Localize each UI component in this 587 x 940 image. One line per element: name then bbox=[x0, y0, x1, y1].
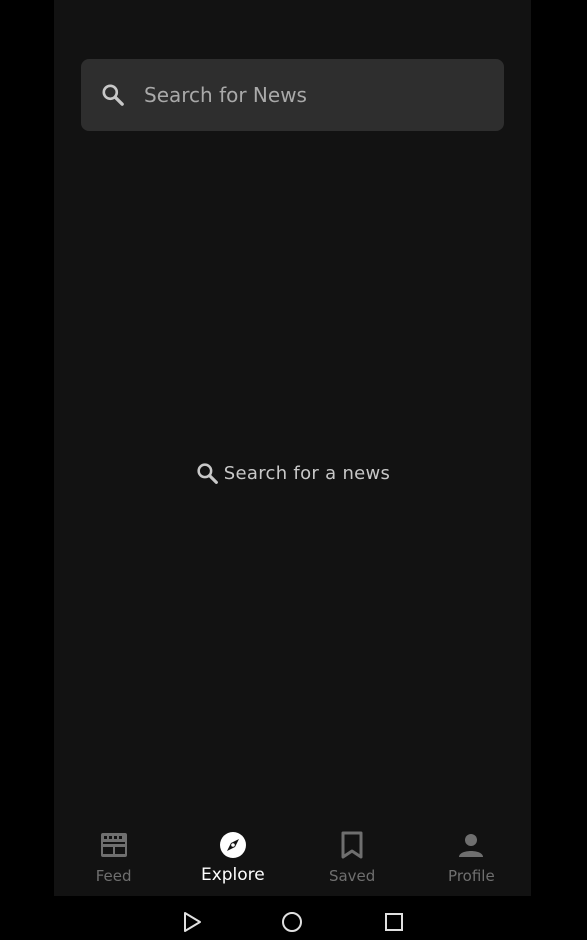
search-bar[interactable] bbox=[81, 59, 504, 131]
bottom-navigation: Feed Explore Saved Profile bbox=[54, 818, 531, 896]
search-icon bbox=[195, 460, 221, 486]
nav-item-saved[interactable]: Saved bbox=[293, 818, 412, 896]
empty-state-text: Search for a news bbox=[223, 462, 391, 484]
app-screen: Search for a news Feed bbox=[54, 0, 531, 896]
search-input[interactable] bbox=[144, 83, 464, 107]
search-icon bbox=[99, 81, 127, 109]
empty-state-message: Search for a news bbox=[54, 460, 531, 486]
nav-label-profile: Profile bbox=[448, 867, 495, 885]
nav-label-saved: Saved bbox=[328, 867, 376, 885]
recents-square-icon[interactable] bbox=[382, 910, 406, 934]
system-navigation-bar bbox=[0, 900, 587, 940]
compass-icon bbox=[218, 830, 248, 860]
nav-item-explore[interactable]: Explore bbox=[173, 818, 292, 896]
nav-label-explore: Explore bbox=[200, 865, 265, 885]
nav-label-feed: Feed bbox=[95, 867, 132, 885]
bookmark-icon bbox=[337, 830, 367, 860]
home-circle-icon[interactable] bbox=[280, 910, 304, 934]
nav-item-profile[interactable]: Profile bbox=[412, 818, 531, 896]
nav-item-feed[interactable]: Feed bbox=[54, 818, 173, 896]
back-triangle-icon[interactable] bbox=[180, 910, 204, 934]
person-icon bbox=[456, 830, 486, 860]
feed-icon bbox=[99, 830, 129, 860]
